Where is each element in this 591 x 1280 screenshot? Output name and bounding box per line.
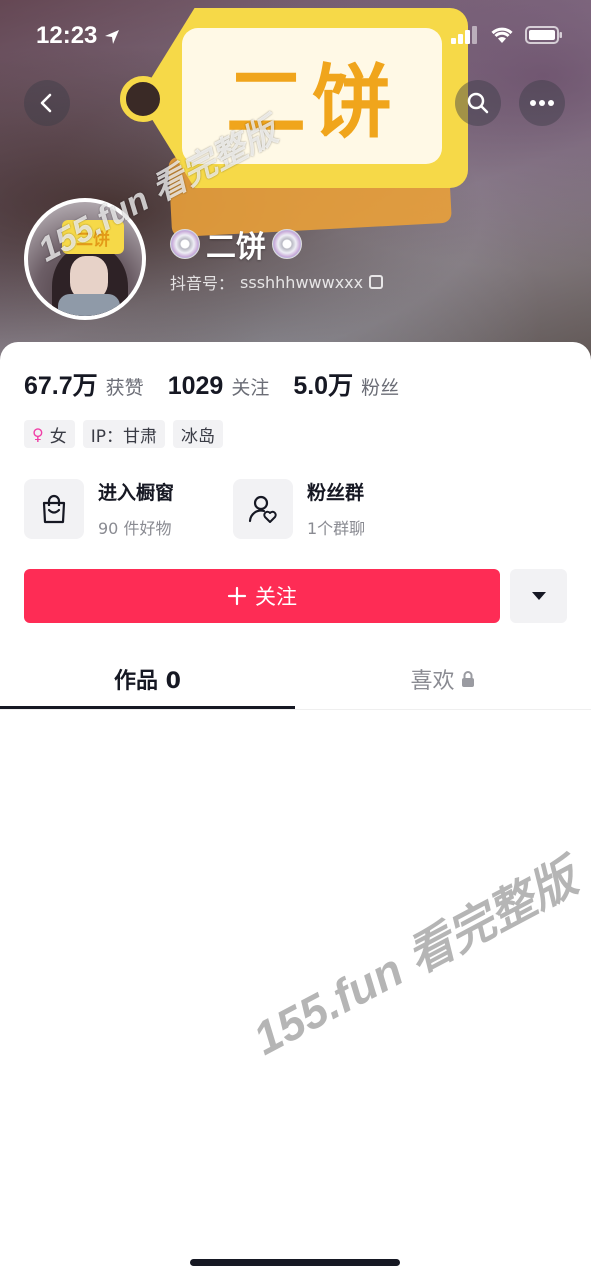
fan-group-entry[interactable]: 粉丝群 1个群聊: [233, 478, 365, 539]
shop-window-entry[interactable]: 进入橱窗 90 件好物: [24, 478, 174, 539]
signal-icon: [451, 26, 477, 44]
tab-likes[interactable]: 喜欢: [295, 648, 590, 710]
status-time: 12:23: [36, 22, 98, 49]
search-icon: [467, 92, 489, 114]
more-options-button[interactable]: [519, 80, 565, 126]
content-tabs: 作品 0 喜欢: [0, 648, 591, 710]
stat-following[interactable]: 1029 关注: [168, 372, 270, 401]
stat-likes[interactable]: 67.7万 获赞: [24, 366, 144, 402]
follow-button-label: 关注: [255, 585, 297, 609]
profile-stats: 67.7万 获赞 1029 关注 5.0万 粉丝: [24, 366, 399, 402]
home-indicator[interactable]: [190, 1259, 400, 1266]
disc-icon: [272, 229, 302, 259]
chip-label: 冰岛: [180, 426, 215, 447]
profile-tags: ♀ 女 IP：甘肃 冰岛: [24, 420, 223, 448]
profile-id-label: 抖音号：: [170, 274, 235, 293]
tag-chip[interactable]: 冰岛: [172, 420, 223, 448]
shopping-bag-icon: [24, 478, 84, 539]
tag-sticker-hole: [120, 76, 166, 122]
tab-likes-label: 喜欢: [410, 669, 455, 694]
shop-window-title: 进入橱窗: [98, 482, 175, 504]
lock-icon: [461, 671, 474, 687]
stat-label: 关注: [231, 377, 270, 399]
stat-label: 粉丝: [361, 377, 400, 399]
profile-name: 二饼: [206, 230, 266, 265]
profile-id-row: 抖音号： ssshhhwwwxxx: [170, 270, 384, 294]
stat-value: 1029: [167, 372, 224, 400]
battery-icon: [525, 26, 562, 44]
follow-button[interactable]: 关注: [24, 569, 500, 623]
chevron-left-icon: [40, 93, 52, 113]
profile-id-value: ssshhhwwwxxx: [240, 272, 364, 292]
fan-group-subtitle: 1个群聊: [307, 519, 366, 538]
tab-works[interactable]: 作品 0: [0, 648, 295, 710]
profile-name-row: 二饼: [170, 222, 302, 266]
caret-down-icon: [531, 592, 546, 600]
shop-window-subtitle: 90 件好物: [98, 519, 172, 538]
location-arrow-icon: [105, 30, 119, 44]
recommend-dropdown-button[interactable]: [510, 569, 567, 623]
wifi-icon: [491, 27, 513, 43]
gender-chip: ♀ 女: [24, 420, 75, 448]
copy-icon[interactable]: [369, 275, 384, 289]
plus-icon: [227, 586, 247, 606]
female-icon: ♀: [32, 424, 44, 444]
stat-value: 5.0万: [293, 372, 354, 400]
ellipsis-icon: [530, 100, 554, 106]
status-bar: 12:23: [0, 0, 591, 74]
disc-icon: [170, 229, 200, 259]
chip-label: 女: [49, 426, 67, 447]
stat-followers[interactable]: 5.0万 粉丝: [293, 366, 399, 402]
stat-label: 获赞: [105, 377, 144, 399]
chip-label: IP：甘肃: [90, 426, 157, 447]
active-tab-indicator: [0, 706, 295, 709]
back-button[interactable]: [24, 80, 70, 126]
tab-works-label: 作品 0: [114, 669, 181, 694]
fan-group-icon: [233, 478, 293, 539]
stat-value: 67.7万: [24, 372, 98, 400]
fan-group-title: 粉丝群: [307, 482, 365, 504]
status-icons: [451, 26, 563, 44]
ip-location-chip: IP：甘肃: [82, 420, 165, 448]
search-button[interactable]: [455, 80, 501, 126]
